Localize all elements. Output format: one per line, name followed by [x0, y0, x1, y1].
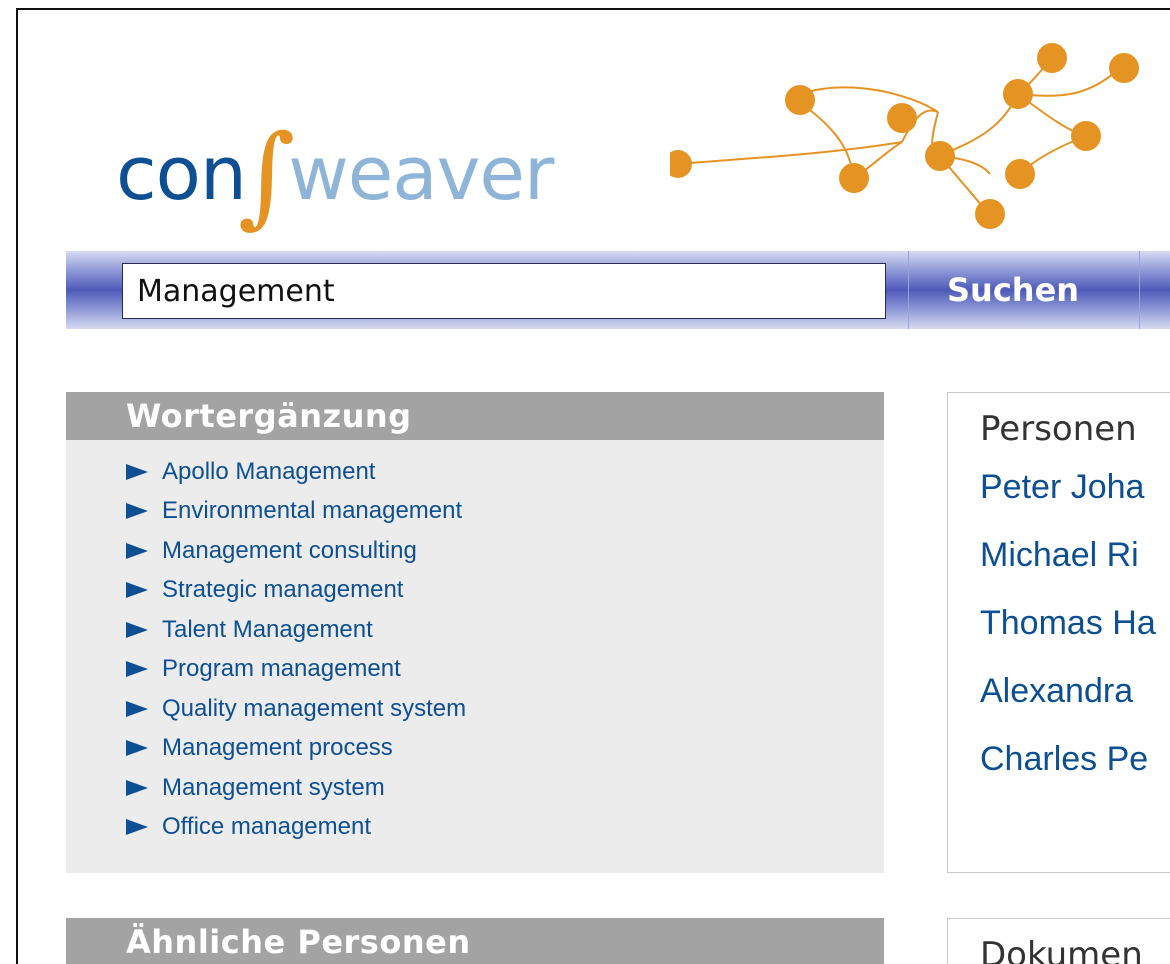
similar-people-title: Ähnliche Personen [66, 918, 884, 964]
person-link[interactable]: Michael Ri [980, 536, 1139, 575]
completion-link[interactable]: Management system [162, 774, 385, 802]
list-item: Strategic management [66, 571, 884, 611]
list-item: Thomas Ha [948, 589, 1170, 657]
search-button[interactable]: Suchen [908, 251, 1140, 329]
logo-text-con: con [116, 131, 247, 217]
list-item: Quality management system [66, 689, 884, 729]
arrow-right-icon [126, 819, 148, 836]
completion-link[interactable]: Program management [162, 655, 401, 683]
people-panel: Personen Peter Joha Michael Ri Thomas Ha… [947, 392, 1170, 873]
completion-link[interactable]: Management process [162, 734, 393, 762]
arrow-right-icon [126, 661, 148, 678]
person-link[interactable]: Charles Pe [980, 740, 1148, 779]
list-item: Charles Pe [948, 725, 1170, 793]
arrow-right-icon [126, 700, 148, 717]
people-title: Personen [980, 409, 1137, 449]
completion-link[interactable]: Talent Management [162, 616, 373, 644]
person-link[interactable]: Peter Joha [980, 468, 1144, 507]
completion-link[interactable]: Office management [162, 813, 371, 841]
search-bar: Suchen [66, 251, 1170, 329]
list-item: Michael Ri [948, 521, 1170, 589]
list-item: Talent Management [66, 610, 884, 650]
completion-link[interactable]: Management consulting [162, 537, 417, 565]
list-item: Office management [66, 808, 884, 848]
arrow-right-icon [126, 503, 148, 520]
similar-people-panel: Ähnliche Personen [66, 918, 884, 964]
list-item: Program management [66, 650, 884, 690]
word-completion-title: Wortergänzung [66, 392, 884, 440]
arrow-right-icon [126, 740, 148, 757]
logo-text-weaver: weaver [288, 131, 554, 217]
documents-title: Dokumen [980, 935, 1143, 964]
list-item: Alexandra [948, 657, 1170, 725]
arrow-right-icon [126, 621, 148, 638]
network-graph-icon [670, 43, 1139, 229]
confweaver-logo[interactable]: con∫weaver [116, 106, 554, 230]
documents-panel: Dokumen [947, 918, 1170, 964]
search-input[interactable] [122, 263, 886, 319]
people-list: Peter Joha Michael Ri Thomas Ha Alexandr… [948, 449, 1170, 793]
word-completion-panel: Wortergänzung Apollo Management Environm… [66, 392, 884, 873]
completion-link[interactable]: Strategic management [162, 576, 403, 604]
list-item: Environmental management [66, 492, 884, 532]
arrow-right-icon [126, 463, 148, 480]
arrow-right-icon [126, 542, 148, 559]
completion-link[interactable]: Environmental management [162, 497, 462, 525]
list-item: Apollo Management [66, 452, 884, 492]
list-item: Management system [66, 768, 884, 808]
completion-link[interactable]: Apollo Management [162, 458, 375, 486]
person-link[interactable]: Thomas Ha [980, 604, 1156, 643]
list-item: Peter Joha [948, 453, 1170, 521]
arrow-right-icon [126, 779, 148, 796]
person-link[interactable]: Alexandra [980, 672, 1133, 711]
completion-link[interactable]: Quality management system [162, 695, 466, 723]
arrow-right-icon [126, 582, 148, 599]
list-item: Management process [66, 729, 884, 769]
word-completion-list: Apollo Management Environmental manageme… [66, 440, 884, 847]
logo-integral-glyph: ∫ [237, 111, 295, 239]
page-frame: con∫weaver Management Suchen Wortergänzu… [16, 8, 1170, 964]
list-item: Management consulting [66, 531, 884, 571]
